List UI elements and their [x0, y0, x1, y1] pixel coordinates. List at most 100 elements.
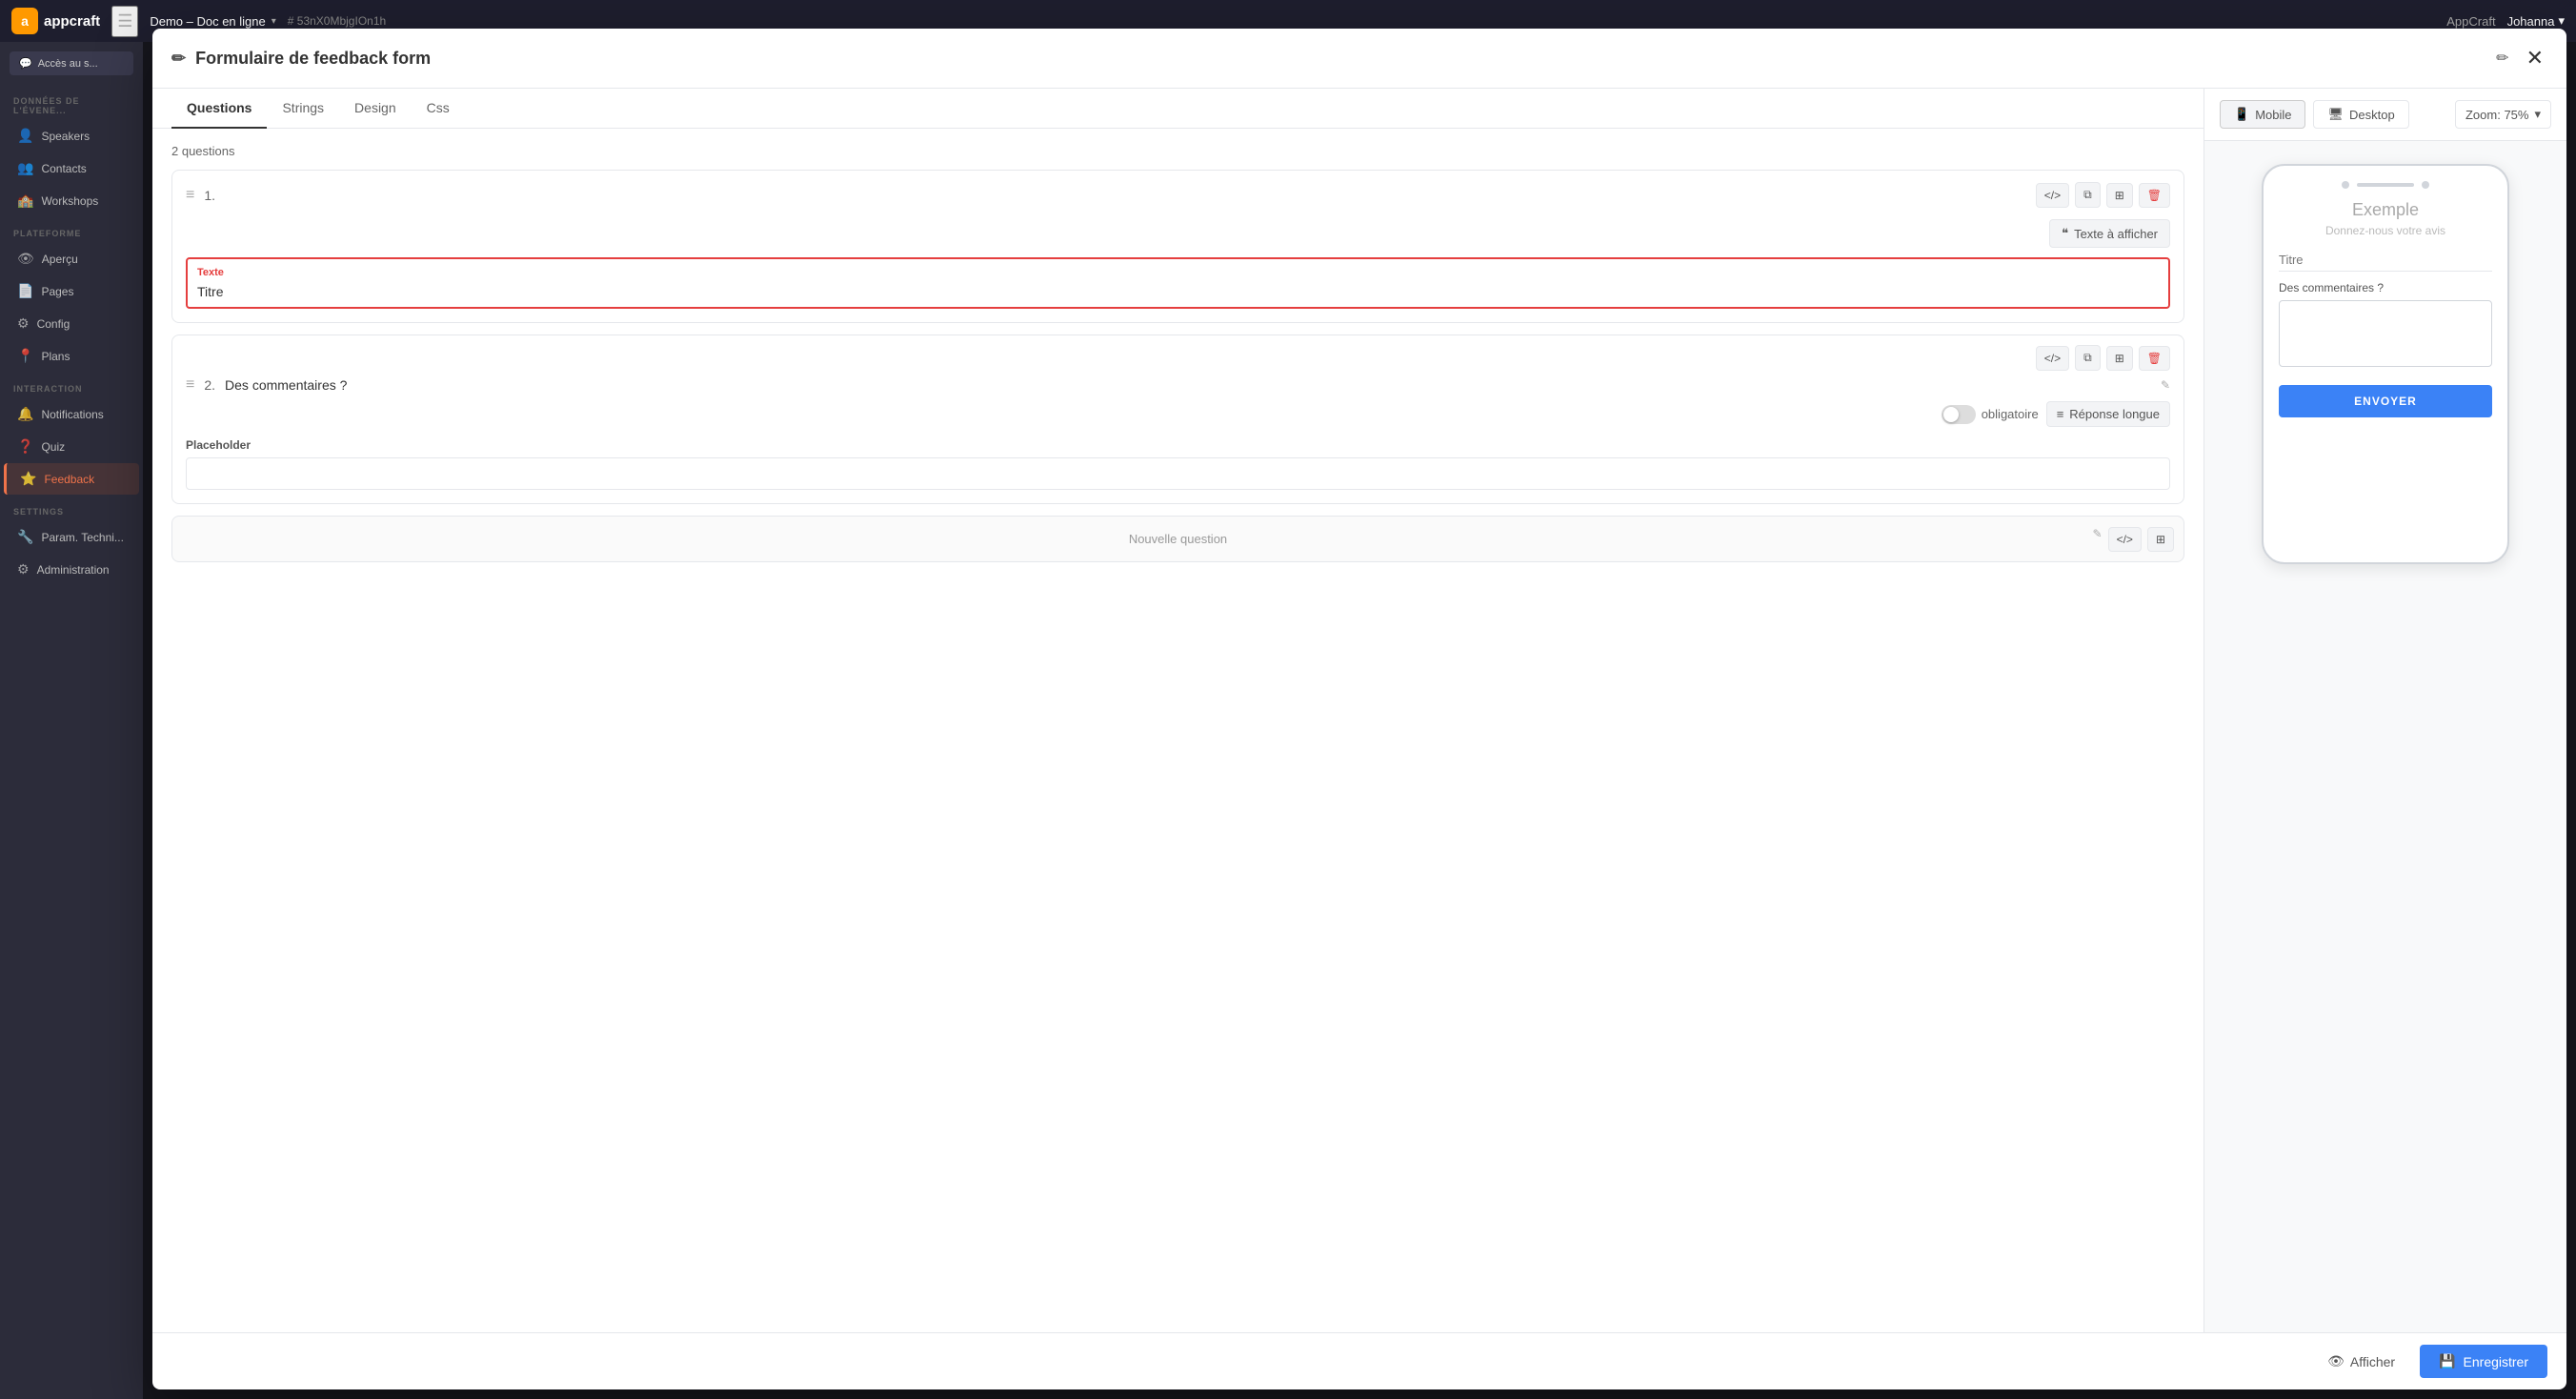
tab-strings[interactable]: Strings [267, 89, 339, 129]
answer-type-button[interactable]: ≡ Réponse longue [2046, 401, 2170, 427]
modal-right-panel: 📱 Mobile 🖥 Desktop Zoom: 75% ▾ [2204, 89, 2566, 1332]
zoom-arrow: ▾ [2534, 107, 2541, 122]
q1-delete-button[interactable]: 🗑 [2139, 183, 2170, 208]
hash-code: # 53nX0MbjgIOn1h [288, 14, 386, 28]
plans-icon: 📍 [17, 348, 33, 364]
new-question-copy-btn[interactable]: ⊞ [2147, 527, 2174, 552]
save-button[interactable]: 💾 Enregistrer [2420, 1345, 2547, 1378]
modal-title: ✏ Formulaire de feedback form [171, 49, 2492, 69]
toggle-knob [1943, 407, 1959, 422]
access-button[interactable]: 💬 Accès au s... [10, 51, 133, 75]
sidebar: 💬 Accès au s... DONNÉES DE L'ÉVENE... 👤 … [0, 42, 143, 1399]
sidebar-item-param[interactable]: 🔧 Param. Techni... [4, 521, 139, 553]
config-icon: ⚙ [17, 315, 30, 332]
q1-code-button[interactable]: </> [2036, 183, 2069, 208]
sidebar-item-speakers[interactable]: 👤 Speakers [4, 120, 139, 152]
new-question-card[interactable]: Nouvelle question ✎ </> ⊞ [171, 516, 2184, 562]
user-name[interactable]: Johanna ▾ [2507, 13, 2565, 29]
section-title-data: DONNÉES DE L'ÉVENE... [0, 85, 143, 119]
phone-dot-1 [2342, 181, 2349, 189]
q2-delete-button[interactable]: 🗑 [2139, 346, 2170, 371]
access-icon: 💬 [19, 57, 32, 70]
feedback-label: Feedback [44, 473, 94, 486]
user-name-text: Johanna [2507, 14, 2555, 29]
hamburger-button[interactable]: ☰ [111, 6, 138, 37]
questions-area: 2 questions ≡ 1. </> ⧉ ⊞ 🗑 [152, 129, 2204, 1332]
new-question-code-btn[interactable]: </> [2108, 527, 2142, 552]
modal-actions: ✏ ✕ [2492, 44, 2547, 72]
required-toggle[interactable] [1942, 405, 1976, 424]
preview-example-title: Exemple [2279, 200, 2492, 220]
modal-close-button[interactable]: ✕ [2523, 44, 2547, 72]
speakers-label: Speakers [41, 130, 90, 143]
new-question-label: Nouvelle question [1129, 532, 1227, 546]
drag-handle-2[interactable]: ≡ [186, 376, 194, 394]
user-dropdown-arrow: ▾ [2558, 13, 2565, 29]
toggle-container: obligatoire [1942, 405, 2039, 424]
config-label: Config [37, 317, 70, 331]
desktop-label: Desktop [2349, 108, 2395, 122]
show-icon: 👁 [2327, 1353, 2345, 1369]
sidebar-item-quiz[interactable]: ❓ Quiz [4, 431, 139, 462]
app-name: appcraft [44, 13, 100, 30]
tab-questions[interactable]: Questions [171, 89, 267, 129]
desktop-preview-button[interactable]: 🖥 Desktop [2313, 100, 2408, 129]
project-name: Demo – Doc en ligne ▾ [150, 14, 275, 29]
question-2-row: ≡ 2. Des commentaires ? ✎ [186, 376, 2170, 394]
preview-textarea[interactable] [2279, 300, 2492, 367]
preview-comment-label: Des commentaires ? [2279, 281, 2492, 294]
placeholder-section: Placeholder [172, 438, 2184, 503]
section-title-interaction: INTERACTION [0, 373, 143, 397]
question-card-2: </> ⧉ ⊞ 🗑 ≡ 2. Des commentaires ? ✎ [171, 335, 2184, 504]
sidebar-item-notifications[interactable]: 🔔 Notifications [4, 398, 139, 430]
answer-type-icon: ≡ [2057, 407, 2064, 421]
tab-design[interactable]: Design [339, 89, 412, 129]
plans-label: Plans [41, 350, 70, 363]
workshops-label: Workshops [41, 194, 98, 208]
feedback-icon: ⭐ [20, 471, 36, 487]
new-question-tools: ✎ </> ⊞ [2093, 527, 2174, 552]
sidebar-item-config[interactable]: ⚙ Config [4, 308, 139, 339]
q2-duplicate-button[interactable]: ⊞ [2106, 346, 2133, 371]
drag-handle-1[interactable]: ≡ [186, 187, 194, 204]
question-2-tools-row: </> ⧉ ⊞ 🗑 [186, 345, 2170, 371]
question-1-number: 1. [204, 188, 2025, 203]
desktop-icon: 🖥 [2327, 107, 2344, 122]
sidebar-item-apercu[interactable]: 👁 Aperçu [4, 243, 139, 274]
q1-field-input[interactable] [197, 284, 2159, 299]
sidebar-item-plans[interactable]: 📍 Plans [4, 340, 139, 372]
q1-copy-button[interactable]: ⧉ [2075, 182, 2101, 208]
q1-text-display-button[interactable]: ❝ Texte à afficher [2049, 219, 2170, 248]
new-question-pencil: ✎ [2093, 527, 2103, 552]
contacts-icon: 👥 [17, 160, 33, 176]
tab-css[interactable]: Css [412, 89, 465, 129]
sidebar-item-workshops[interactable]: 🏫 Workshops [4, 185, 139, 216]
show-button[interactable]: 👁 Afficher [2314, 1346, 2408, 1377]
speakers-icon: 👤 [17, 128, 33, 144]
mobile-preview-button[interactable]: 📱 Mobile [2220, 100, 2305, 129]
preview-area: Exemple Donnez-nous votre avis Titre Des… [2204, 141, 2566, 1332]
preview-send-button[interactable]: ENVOYER [2279, 385, 2492, 417]
sidebar-item-feedback[interactable]: ⭐ Feedback [4, 463, 139, 495]
sidebar-item-administration[interactable]: ⚙ Administration [4, 554, 139, 585]
quiz-icon: ❓ [17, 438, 33, 455]
question-2-label: Des commentaires ? [225, 377, 2151, 393]
placeholder-input[interactable] [186, 457, 2170, 490]
project-dropdown-arrow[interactable]: ▾ [272, 16, 276, 27]
q2-copy-button[interactable]: ⧉ [2075, 345, 2101, 371]
modal-edit-button[interactable]: ✏ [2492, 45, 2512, 71]
q1-duplicate-button[interactable]: ⊞ [2106, 183, 2133, 208]
tab-questions-label: Questions [187, 100, 252, 115]
zoom-button[interactable]: Zoom: 75% ▾ [2455, 100, 2551, 129]
q2-pencil-icon[interactable]: ✎ [2161, 378, 2170, 392]
answer-type-label: Réponse longue [2069, 407, 2160, 421]
zoom-label: Zoom: 75% [2465, 108, 2528, 122]
sidebar-item-pages[interactable]: 📄 Pages [4, 275, 139, 307]
question-2-number: 2. [204, 377, 215, 393]
q2-code-button[interactable]: </> [2036, 346, 2069, 371]
workshops-icon: 🏫 [17, 193, 33, 209]
sidebar-item-contacts[interactable]: 👥 Contacts [4, 152, 139, 184]
preview-toolbar: 📱 Mobile 🖥 Desktop Zoom: 75% ▾ [2204, 89, 2566, 141]
q1-field-label: Texte [197, 267, 2159, 278]
modal-body: Questions Strings Design Css 2 questions [152, 89, 2566, 1332]
